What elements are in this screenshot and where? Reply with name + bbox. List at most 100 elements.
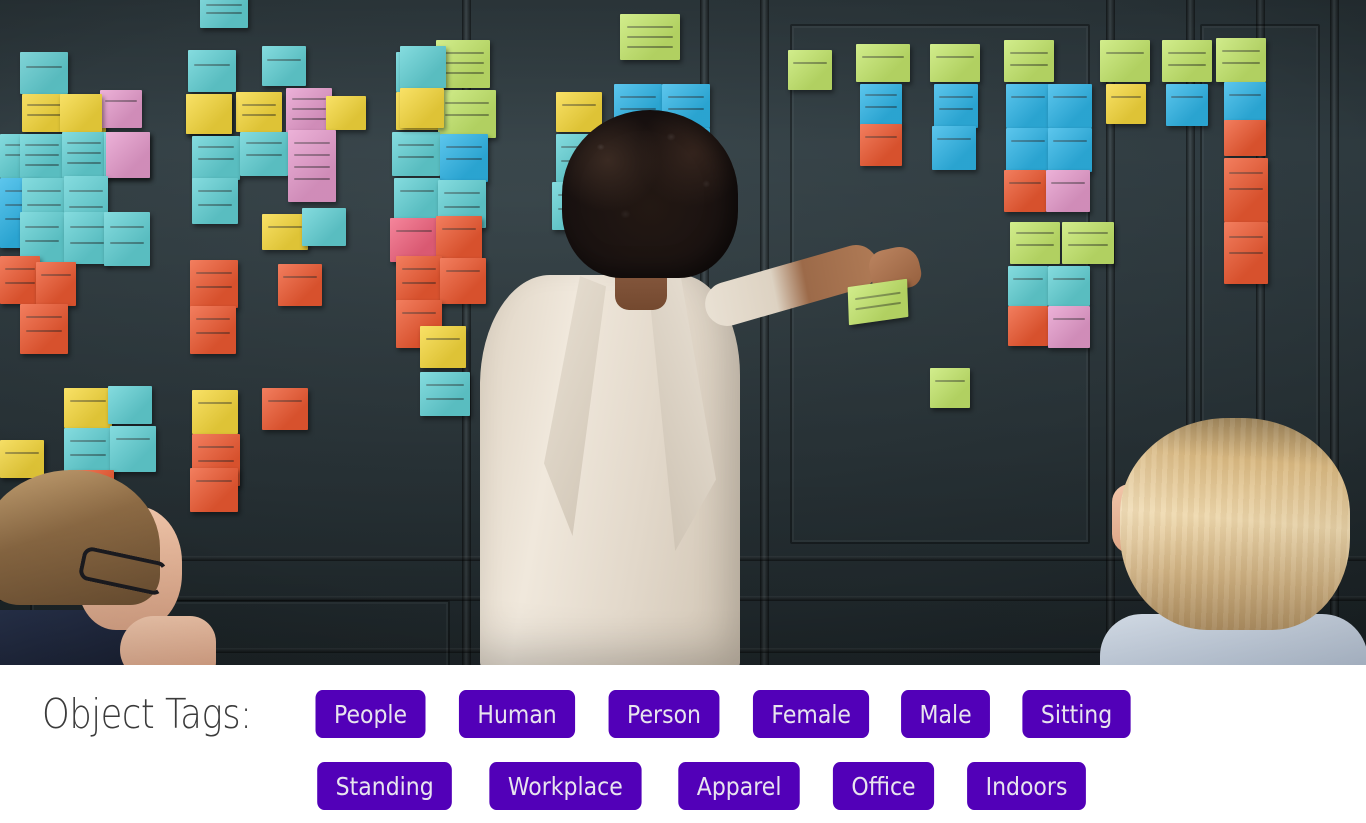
sticky-note (62, 132, 106, 178)
sticky-note (288, 130, 336, 202)
object-tag-label: Indoors (985, 771, 1068, 801)
sticky-note (1106, 84, 1146, 124)
sticky-note (1224, 158, 1268, 222)
sticky-note (190, 306, 236, 354)
object-tag[interactable]: Person (608, 690, 720, 738)
object-tags-list: People Human Person Female Male Sitting Standi… (308, 687, 1188, 810)
sticky-note (930, 44, 980, 82)
sticky-note (856, 44, 910, 82)
sticky-note (326, 96, 366, 130)
sticky-note (200, 0, 248, 28)
sticky-note (392, 132, 440, 176)
object-tag-label: Sitting (1040, 699, 1112, 729)
sticky-note (104, 212, 150, 266)
sticky-note (192, 178, 238, 224)
sticky-note (236, 92, 282, 132)
sticky-note (1224, 222, 1268, 284)
object-tag[interactable]: Male (901, 690, 991, 738)
sticky-note (60, 94, 102, 132)
man-hand (120, 616, 216, 665)
sticky-note (1004, 170, 1046, 212)
sticky-note (20, 52, 68, 94)
sticky-note (1008, 306, 1048, 346)
sticky-note (1006, 84, 1050, 128)
sticky-note (860, 124, 902, 166)
sticky-note (1004, 40, 1054, 82)
object-tags-section: Object Tags: People Human Person Female Male… (0, 665, 1366, 823)
sticky-note (788, 50, 832, 90)
sticky-note (0, 256, 40, 304)
object-tag-label: Office (851, 771, 916, 801)
sticky-note (1100, 40, 1150, 82)
sticky-note (1010, 222, 1060, 264)
sticky-note (932, 126, 976, 170)
object-tag[interactable]: Indoors (966, 762, 1086, 810)
sticky-note (262, 46, 306, 86)
sticky-note (1062, 222, 1114, 264)
sticky-note (36, 262, 76, 306)
sticky-note (20, 134, 64, 178)
page-root: Object Tags: People Human Person Female Male… (0, 0, 1366, 823)
sticky-note (192, 390, 238, 434)
seated-man (0, 470, 230, 665)
sticky-note (394, 178, 440, 220)
sticky-note (240, 132, 288, 176)
sticky-note (396, 256, 442, 302)
object-tag[interactable]: Workplace (489, 762, 642, 810)
sticky-note (1048, 84, 1092, 128)
sticky-note (278, 264, 322, 306)
object-tag-label: Person (627, 699, 701, 729)
sticky-note (108, 386, 152, 424)
object-tag[interactable]: Apparel (677, 762, 800, 810)
object-tag-label: Workplace (507, 771, 623, 801)
sticky-note (110, 426, 156, 472)
sticky-note (1224, 82, 1266, 124)
object-tag[interactable]: People (315, 690, 426, 738)
sticky-note (100, 90, 142, 128)
sticky-note (1216, 38, 1266, 82)
sticky-note (1006, 128, 1050, 172)
sticky-note (186, 94, 232, 134)
object-tag[interactable]: Standing (316, 762, 452, 810)
sticky-note (190, 260, 238, 308)
object-tag-label: Standing (335, 771, 434, 801)
sticky-note (192, 136, 240, 180)
sticky-note (64, 428, 112, 474)
sticky-note (930, 368, 970, 408)
object-tag-label: Apparel (696, 771, 782, 801)
sticky-note (1008, 266, 1048, 306)
sticky-note (188, 50, 236, 92)
sticky-note (20, 304, 68, 354)
object-tag[interactable]: Human (458, 690, 576, 738)
sticky-note (860, 84, 902, 126)
object-tag-label: People (333, 699, 407, 729)
sticky-note (1048, 306, 1090, 348)
sticky-note (64, 388, 112, 428)
woman-hair (1120, 418, 1350, 630)
object-tag[interactable]: Female (752, 690, 870, 738)
sticky-note (620, 14, 680, 60)
object-tag-label: Human (477, 699, 557, 729)
tagged-photo[interactable] (0, 0, 1366, 665)
sticky-note (1162, 40, 1212, 82)
presenter (470, 100, 924, 665)
sticky-note (934, 84, 978, 128)
sticky-note (302, 208, 346, 246)
object-tag-label: Female (771, 699, 851, 729)
object-tag[interactable]: Office (832, 762, 934, 810)
sticky-note (1166, 84, 1208, 126)
object-tag-label: Male (919, 699, 973, 729)
sticky-note (400, 88, 444, 128)
sticky-note (262, 388, 308, 430)
sticky-note (1048, 266, 1090, 306)
sticky-note (400, 46, 446, 88)
object-tags-label: Object Tags: (42, 690, 252, 738)
sticky-note (420, 326, 466, 368)
sticky-note (1048, 128, 1092, 172)
sticky-note (1224, 120, 1266, 156)
seated-woman (1090, 418, 1366, 665)
presenter-hair (562, 110, 738, 278)
sticky-note (1046, 170, 1090, 212)
sticky-note (106, 132, 150, 178)
object-tag[interactable]: Sitting (1021, 690, 1131, 738)
